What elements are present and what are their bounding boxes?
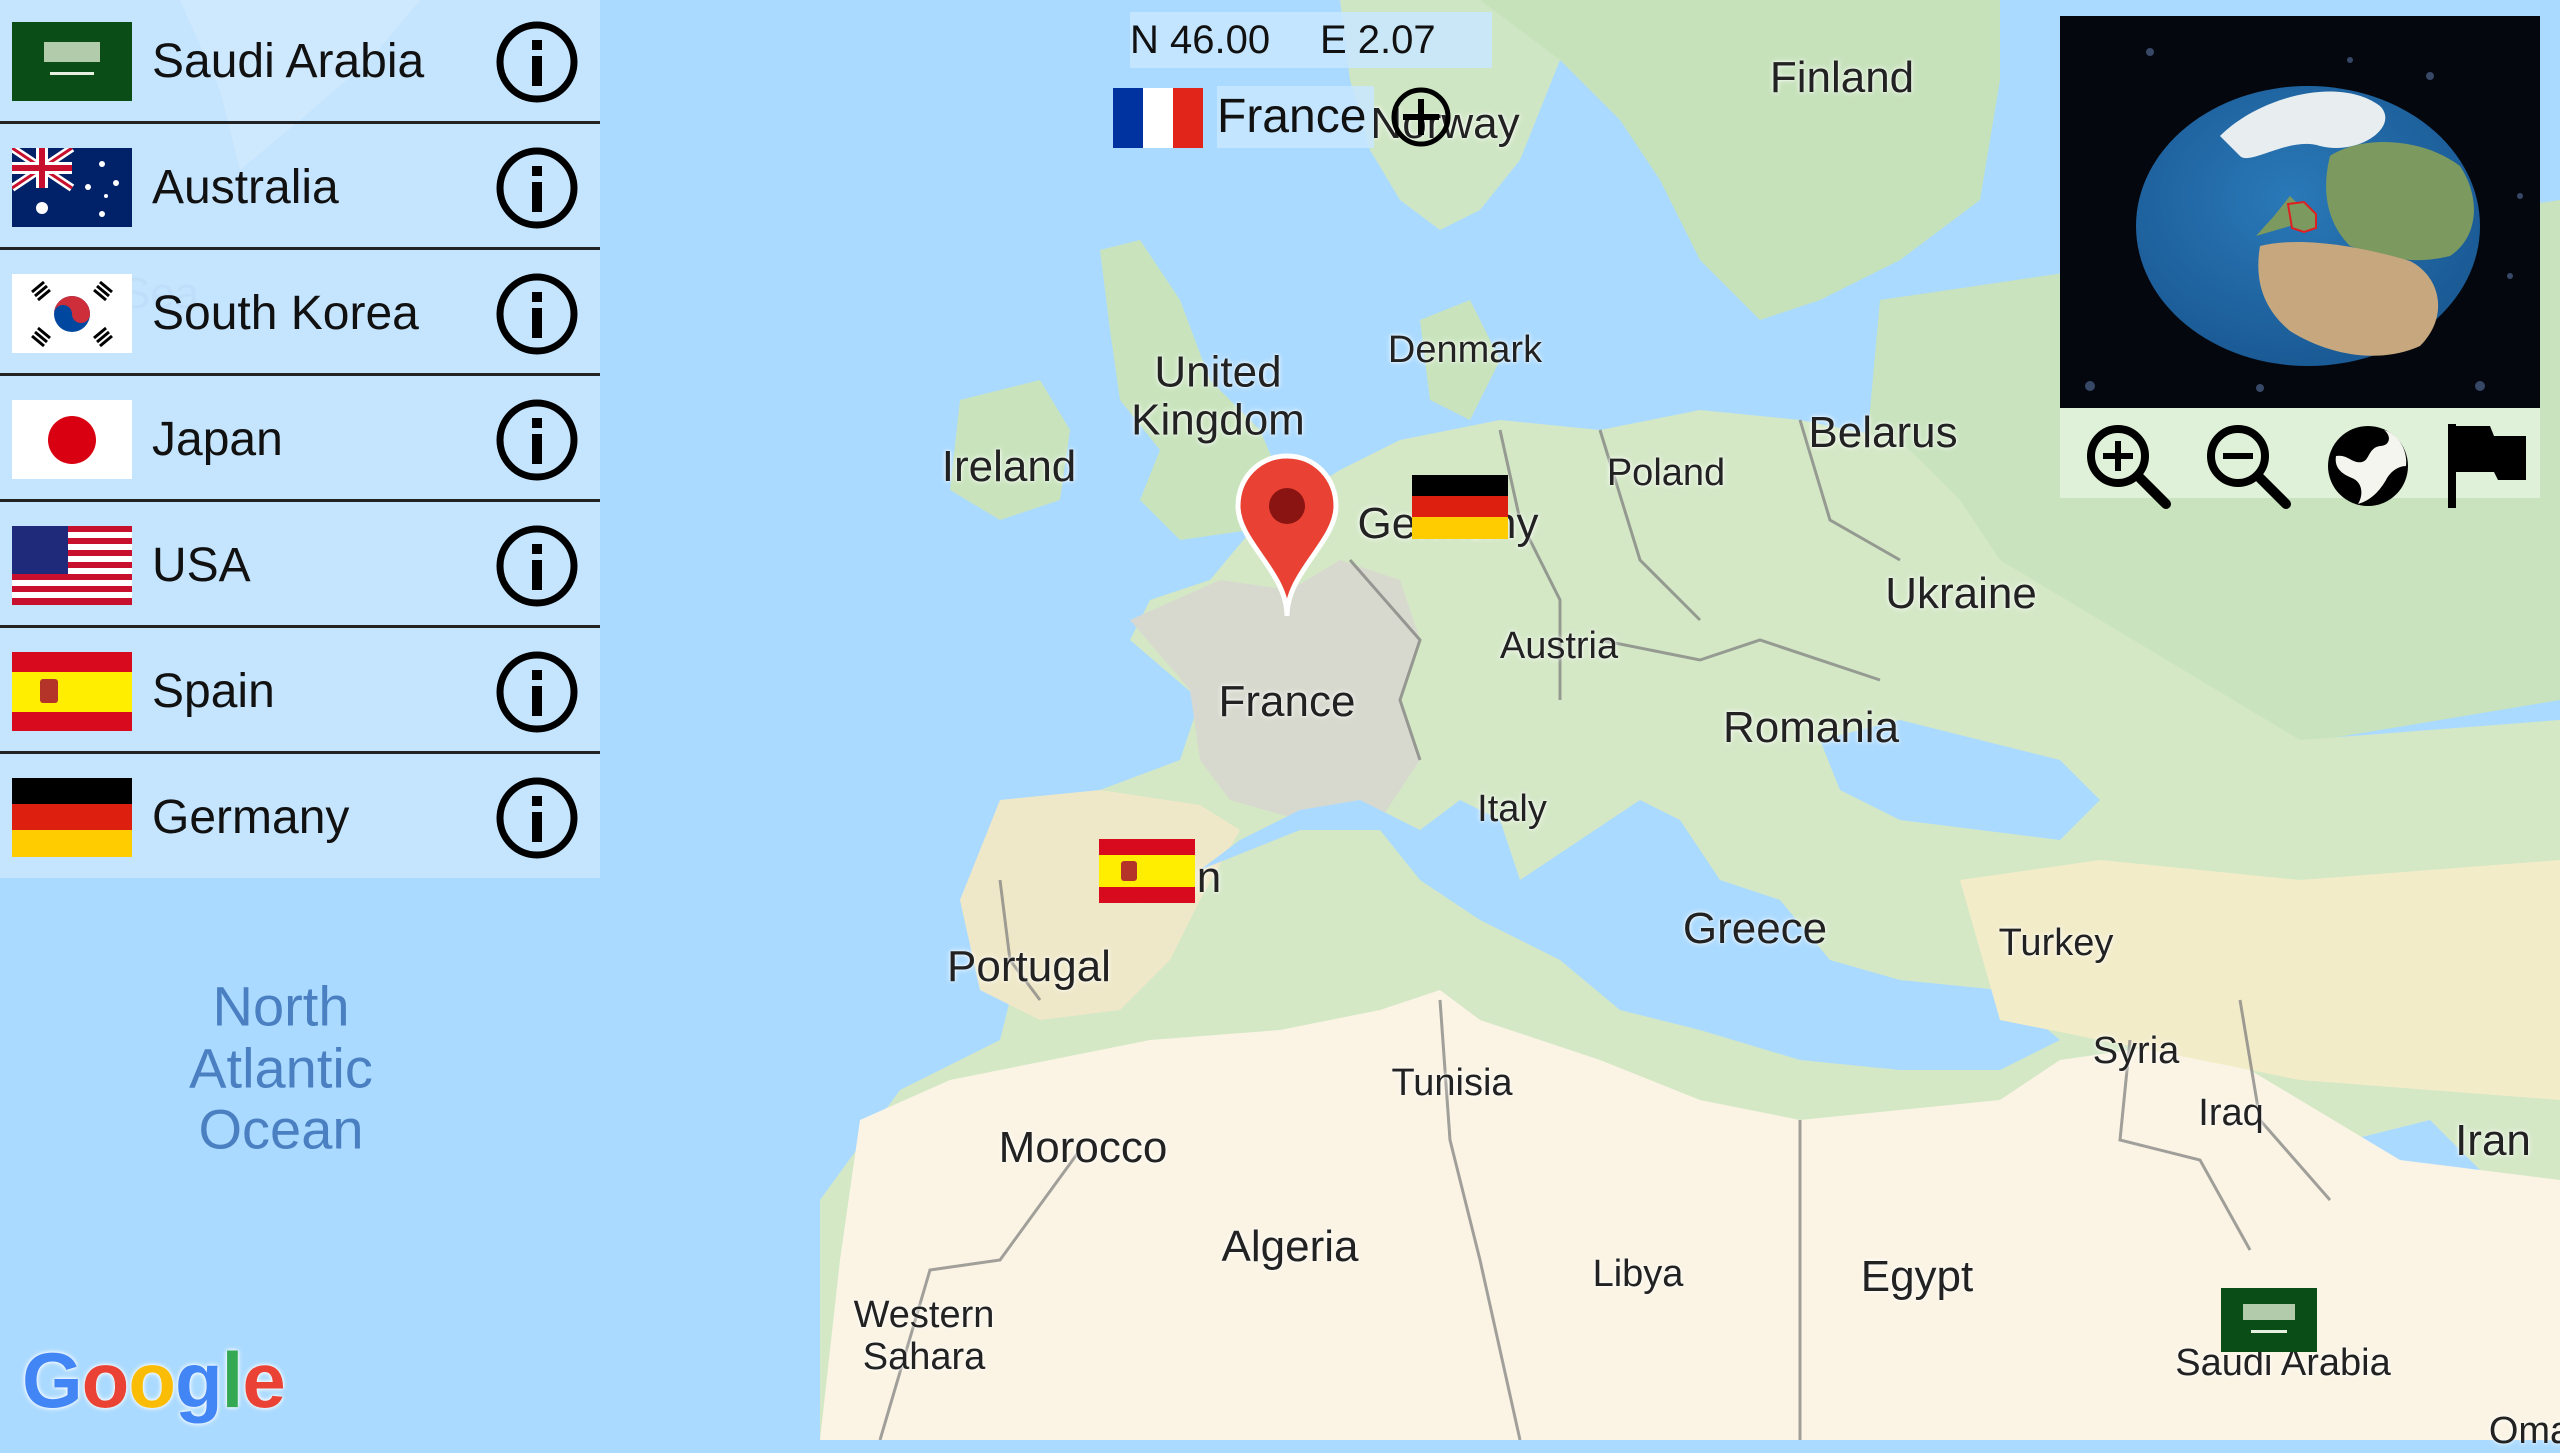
longitude-value: E 2.07 <box>1320 18 1436 62</box>
latitude-value: N 46.00 <box>1130 18 1271 62</box>
map-label-portugal: Portugal <box>947 941 1111 991</box>
globe-icon[interactable] <box>2318 416 2418 516</box>
map-label-austria: Austria <box>1499 625 1619 668</box>
info-icon[interactable] <box>495 524 579 608</box>
google-logo-letter: G <box>22 1336 83 1424</box>
map-label-morocco: Morocco <box>998 1122 1168 1172</box>
map-label-poland: Poland <box>1606 452 1726 495</box>
info-icon[interactable] <box>495 146 579 230</box>
country-list: Saudi Arabia Australia South Korea Japan… <box>0 0 600 878</box>
country-name: Japan <box>152 413 283 466</box>
map-marker-spain-flag[interactable] <box>1099 839 1195 903</box>
google-logo-letter: g <box>174 1336 223 1424</box>
info-icon[interactable] <box>495 776 579 860</box>
map-label-ireland: Ireland <box>941 441 1077 491</box>
map-label-greece: Greece <box>1682 903 1828 953</box>
country-name: Spain <box>152 665 275 718</box>
country-name: South Korea <box>152 287 419 340</box>
google-logo-letter: l <box>221 1336 244 1424</box>
country-row-saudi-arabia[interactable]: Saudi Arabia <box>0 0 600 124</box>
flag-icon[interactable] <box>2438 416 2538 516</box>
info-icon[interactable] <box>495 20 579 104</box>
location-pin-icon[interactable] <box>1234 452 1340 620</box>
saudi-arabia-flag-icon <box>12 22 132 101</box>
map-label-western-sahara: Western Sahara <box>853 1294 995 1378</box>
map-label-denmark: Denmark <box>1387 329 1543 372</box>
country-row-south-korea[interactable]: South Korea <box>0 252 600 376</box>
map-label-oman: Oma <box>2488 1410 2560 1453</box>
map-label-united-kingdom: United Kingdom <box>1131 347 1305 445</box>
map-label-egypt: Egypt <box>1860 1251 1974 1301</box>
globe-panel <box>2060 16 2540 509</box>
map-label-ukraine: Ukraine <box>1885 568 2037 618</box>
japan-flag-icon <box>12 400 132 479</box>
country-name: Australia <box>152 161 339 214</box>
map-label-tunisia: Tunisia <box>1391 1062 1513 1105</box>
google-logo-letter: e <box>242 1336 285 1424</box>
map-label-iraq: Iraq <box>2198 1092 2264 1135</box>
map-label-iran: Iran <box>2455 1115 2531 1165</box>
zoom-in-icon[interactable] <box>2078 416 2178 516</box>
map-label-france: France <box>1218 676 1356 726</box>
google-logo-letter: o <box>81 1336 130 1424</box>
country-row-spain[interactable]: Spain <box>0 630 600 754</box>
coordinate-readout: N 46.00 E 2.07 <box>1130 12 1492 68</box>
zoom-out-icon[interactable] <box>2198 416 2298 516</box>
usa-flag-icon <box>12 526 132 605</box>
country-row-usa[interactable]: USA <box>0 504 600 628</box>
country-row-australia[interactable]: Australia <box>0 126 600 250</box>
map-marker-germany-flag[interactable] <box>1412 475 1508 539</box>
country-name: Saudi Arabia <box>152 35 425 88</box>
map-marker-saudi-arabia-flag[interactable] <box>2221 1288 2317 1352</box>
map-label-syria: Syria <box>2092 1030 2180 1073</box>
map-label-finland: Finland <box>1769 52 1915 102</box>
country-row-germany[interactable]: Germany <box>0 756 600 880</box>
selected-country-label: France <box>1217 86 1375 148</box>
country-row-japan[interactable]: Japan <box>0 378 600 502</box>
info-icon[interactable] <box>495 650 579 734</box>
spain-flag-icon <box>12 652 132 731</box>
map-label-belarus: Belarus <box>1808 407 1958 457</box>
map-label-libya: Libya <box>1592 1253 1684 1296</box>
map-label-turkey: Turkey <box>1998 922 2114 965</box>
map-label-romania: Romania <box>1722 702 1900 752</box>
south-korea-flag-icon <box>12 274 132 353</box>
country-name: USA <box>152 539 251 592</box>
globe-view[interactable] <box>2060 16 2540 408</box>
info-icon[interactable] <box>495 398 579 482</box>
crosshair-icon[interactable] <box>1389 85 1453 149</box>
map-label-north-atlantic-ocean: North Atlantic Ocean <box>189 974 373 1161</box>
google-logo: Google <box>22 1335 286 1426</box>
germany-flag-icon <box>12 778 132 857</box>
country-name: Germany <box>152 791 350 844</box>
map-label-algeria: Algeria <box>1221 1221 1359 1271</box>
map-label-italy: Italy <box>1477 788 1547 831</box>
selected-country-france-flag-icon <box>1113 88 1203 148</box>
google-logo-letter: o <box>128 1336 176 1424</box>
info-icon[interactable] <box>495 272 579 356</box>
australia-flag-icon <box>12 148 132 227</box>
